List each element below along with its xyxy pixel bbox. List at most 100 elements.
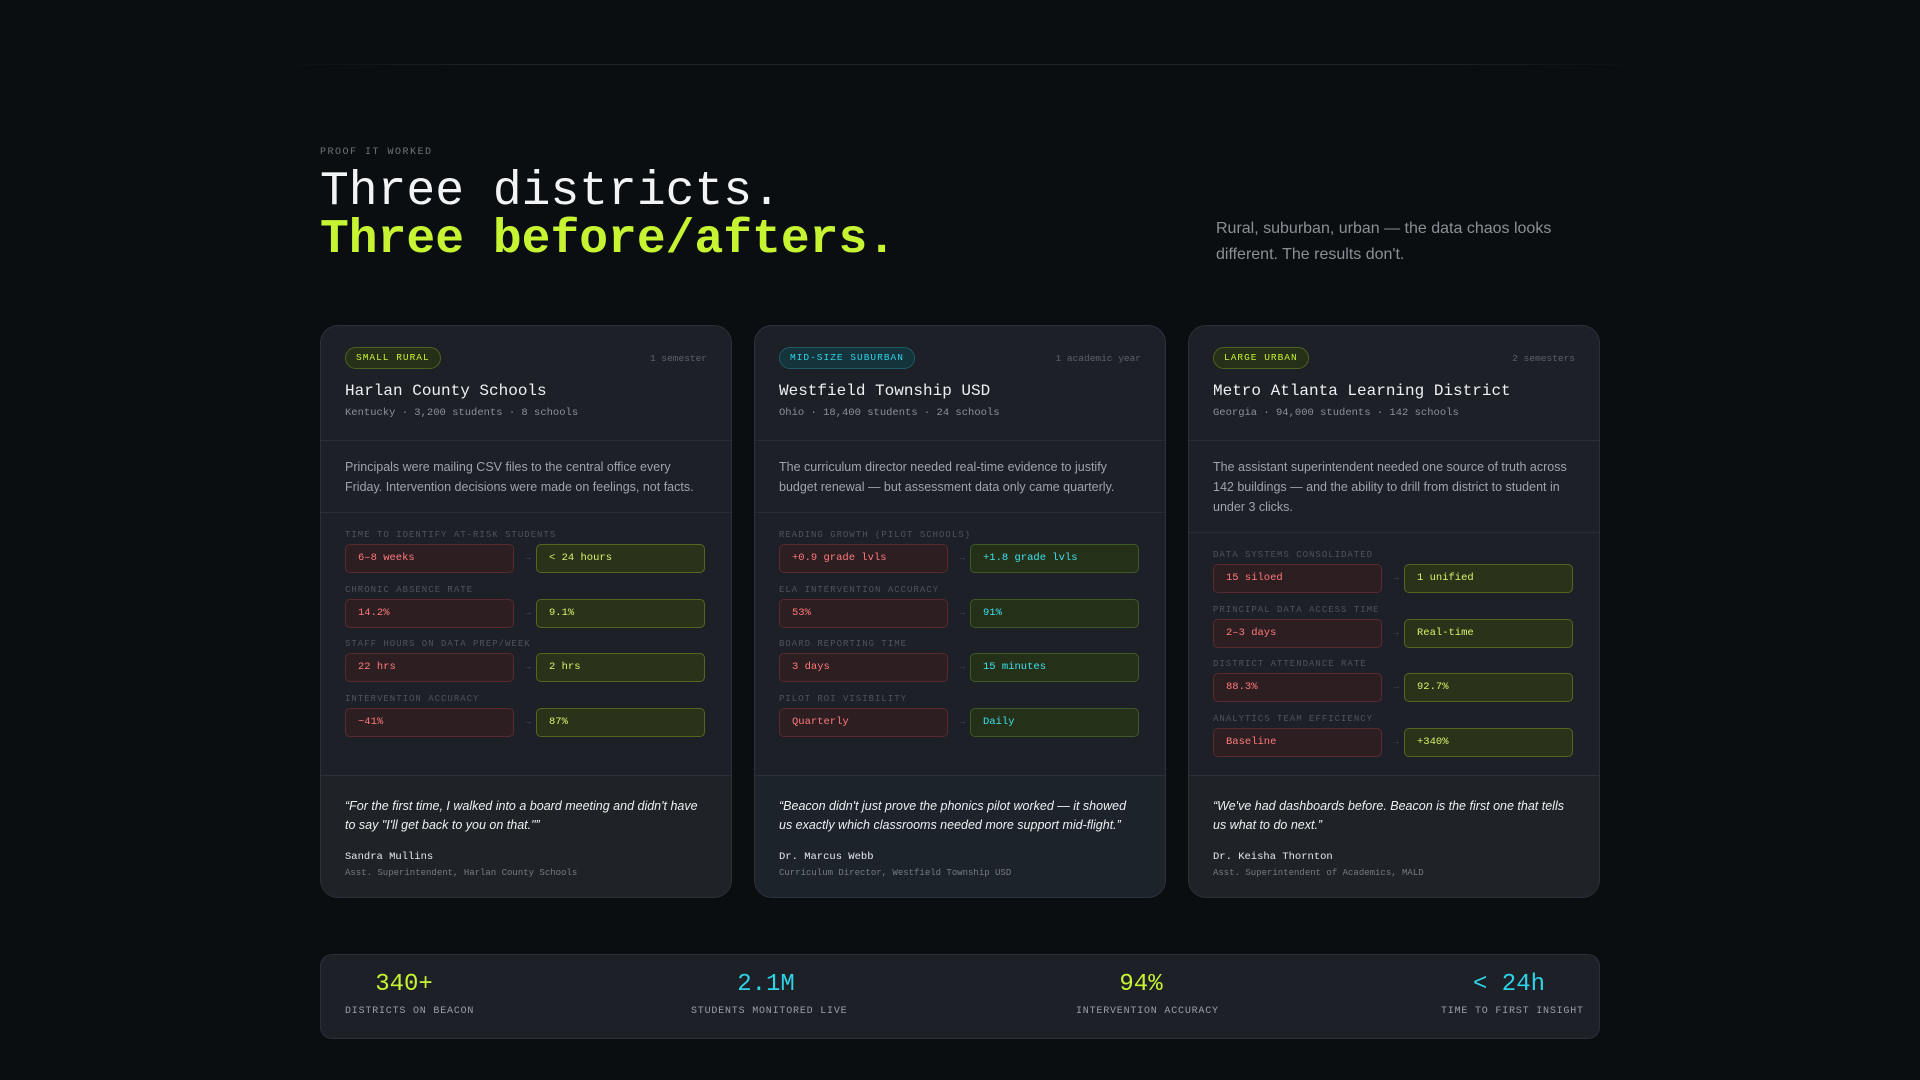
metric-after: 91%	[970, 598, 1139, 628]
arrow-right-icon: →	[523, 715, 533, 726]
stat-value: < 24h	[1472, 971, 1545, 998]
testimonial: “We've had dashboards before. Beacon is …	[1189, 775, 1599, 897]
metric-before: 88.3%	[1213, 673, 1382, 702]
metric-row: CHRONIC ABSENCE RATE 14.2% → 9.1%	[345, 585, 707, 640]
metric-before: 2–3 days	[1213, 618, 1382, 648]
metric-row: BOARD REPORTING TIME 3 days → 15 minutes	[779, 639, 1141, 694]
metric-after: 1 unified	[1404, 564, 1573, 593]
testimonial-author: Dr. Keisha Thornton	[1213, 851, 1333, 863]
arrow-right-icon: →	[1391, 735, 1401, 746]
card-header: SMALL RURAL 1 semester Harlan County Sch…	[321, 326, 731, 441]
section-title-line2: Three before/afters.	[320, 213, 897, 267]
metric-label: BOARD REPORTING TIME	[779, 639, 908, 649]
metric-before: 3 days	[779, 653, 948, 682]
metric-after: Daily	[970, 707, 1139, 737]
testimonial-role: Curriculum Director, Westfield Township …	[779, 868, 1012, 878]
challenge-description: The assistant superintendent needed one …	[1213, 460, 1567, 514]
top-divider	[270, 64, 1650, 65]
metric-label: ANALYTICS TEAM EFFICIENCY	[1213, 713, 1374, 724]
metric-row: ANALYTICS TEAM EFFICIENCY Baseline → +34…	[1213, 714, 1575, 769]
district-meta: Kentucky · 3,200 students · 8 schools	[345, 407, 579, 419]
metric-label: READING GROWTH (PILOT SCHOOLS)	[779, 530, 972, 540]
metric-row: PILOT ROI VISIBILITY Quarterly → Daily	[779, 694, 1141, 749]
arrow-right-icon: →	[1391, 572, 1401, 582]
stat-label: TIME TO FIRST INSIGHT	[1441, 1006, 1584, 1017]
section-intro: Rural, suburban, urban — the data chaos …	[1216, 220, 1552, 263]
challenge-description: Principals were mailing CSV files to the…	[345, 460, 694, 494]
metric-after: Real-time	[1404, 618, 1573, 648]
metric-after: +1.8 grade lvls	[970, 544, 1139, 573]
arrow-right-icon: →	[957, 552, 967, 562]
testimonial: “For the first time, I walked into a boa…	[321, 775, 731, 897]
divider	[1189, 532, 1599, 533]
stat-label: INTERVENTION ACCURACY	[1076, 1006, 1219, 1017]
metric-after: 9.1%	[536, 598, 705, 628]
divider	[321, 512, 731, 513]
case-card-metro-atlanta: LARGE URBAN 2 semesters Metro Atlanta Le…	[1188, 325, 1600, 898]
arrow-right-icon: →	[523, 661, 533, 671]
metric-before: 15 siloed	[1213, 564, 1382, 593]
card-header: LARGE URBAN 2 semesters Metro Atlanta Le…	[1189, 326, 1599, 441]
metric-label: DISTRICT ATTENDANCE RATE	[1213, 659, 1367, 669]
section-eyebrow: PROOF IT WORKED	[320, 147, 433, 158]
testimonial-quote: “For the first time, I walked into a boa…	[345, 799, 698, 832]
duration-label: 1 academic year	[1055, 353, 1141, 364]
metrics-list: READING GROWTH (PILOT SCHOOLS) +0.9 grad…	[779, 530, 1141, 748]
testimonial-quote: “Beacon didn't just prove the phonics pi…	[779, 799, 1127, 832]
metric-row: READING GROWTH (PILOT SCHOOLS) +0.9 grad…	[779, 530, 1141, 585]
metric-after: 15 minutes	[970, 653, 1139, 682]
testimonial-quote: “We've had dashboards before. Beacon is …	[1213, 799, 1564, 832]
metric-row: INTERVENTION ACCURACY ~41% → 87%	[345, 694, 707, 749]
stat-time-to-insight: < 24h TIME TO FIRST INSIGHT	[1441, 955, 1584, 1040]
metric-label: ELA INTERVENTION ACCURACY	[779, 584, 940, 595]
metric-before: 53%	[779, 598, 948, 628]
stat-label: DISTRICTS ON BEACON	[345, 1006, 475, 1017]
metric-before: +0.9 grade lvls	[779, 544, 948, 573]
arrow-right-icon: →	[523, 606, 533, 617]
stat-value: 340+	[375, 971, 433, 998]
metric-after: < 24 hours	[536, 544, 705, 573]
metric-after: 92.7%	[1404, 673, 1573, 702]
metric-before: 22 hrs	[345, 653, 514, 682]
metric-label: STAFF HOURS ON DATA PREP/WEEK	[345, 639, 531, 649]
metric-after: 87%	[536, 707, 705, 737]
arrow-right-icon: →	[957, 661, 967, 671]
testimonial-role: Asst. Superintendent, Harlan County Scho…	[345, 868, 578, 878]
metric-label: INTERVENTION ACCURACY	[345, 693, 480, 704]
metric-before: 6–8 weeks	[345, 544, 514, 573]
metric-row: ELA INTERVENTION ACCURACY 53% → 91%	[779, 585, 1141, 640]
metric-row: STAFF HOURS ON DATA PREP/WEEK 22 hrs → 2…	[345, 639, 707, 694]
metric-label: PRINCIPAL DATA ACCESS TIME	[1213, 604, 1380, 615]
testimonial: “Beacon didn't just prove the phonics pi…	[755, 775, 1165, 897]
divider	[755, 512, 1165, 513]
arrow-right-icon: →	[1391, 681, 1401, 691]
metric-before: 14.2%	[345, 598, 514, 628]
stat-students: 2.1M STUDENTS MONITORED LIVE	[691, 955, 847, 1040]
metric-label: PILOT ROI VISIBILITY	[779, 693, 908, 704]
stat-districts: 340+ DISTRICTS ON BEACON	[345, 955, 475, 1040]
testimonial-author: Sandra Mullins	[345, 851, 434, 863]
case-study-cards: SMALL RURAL 1 semester Harlan County Sch…	[320, 325, 1600, 898]
metrics-list: TIME TO IDENTIFY AT-RISK STUDENTS 6–8 we…	[345, 530, 707, 748]
district-name: Westfield Township USD	[779, 382, 991, 400]
district-type-badge: SMALL RURAL	[345, 347, 441, 369]
duration-label: 1 semester	[649, 353, 707, 364]
arrow-right-icon: →	[1391, 626, 1401, 637]
testimonial-role: Asst. Superintendent of Academics, MALD	[1213, 868, 1424, 878]
arrow-right-icon: →	[957, 715, 967, 726]
stat-value: 94%	[1119, 971, 1163, 998]
metric-before: Baseline	[1213, 727, 1382, 757]
metric-label: TIME TO IDENTIFY AT-RISK STUDENTS	[345, 530, 557, 540]
challenge-description: The curriculum director needed real-time…	[779, 460, 1115, 494]
metrics-list: DATA SYSTEMS CONSOLIDATED 15 siloed → 1 …	[1213, 550, 1575, 768]
case-card-westfield: MID-SIZE SUBURBAN 1 academic year Westfi…	[754, 325, 1166, 898]
district-meta: Georgia · 94,000 students · 142 schools	[1213, 407, 1459, 419]
metric-row: DISTRICT ATTENDANCE RATE 88.3% → 92.7%	[1213, 659, 1575, 714]
district-type-badge: LARGE URBAN	[1213, 347, 1309, 369]
summary-stats-bar: 340+ DISTRICTS ON BEACON 2.1M STUDENTS M…	[320, 954, 1600, 1039]
metric-after: +340%	[1404, 727, 1573, 757]
district-meta: Ohio · 18,400 students · 24 schools	[779, 407, 1000, 419]
metric-row: TIME TO IDENTIFY AT-RISK STUDENTS 6–8 we…	[345, 530, 707, 585]
metric-label: DATA SYSTEMS CONSOLIDATED	[1213, 550, 1374, 560]
stat-accuracy: 94% INTERVENTION ACCURACY	[1076, 955, 1219, 1040]
